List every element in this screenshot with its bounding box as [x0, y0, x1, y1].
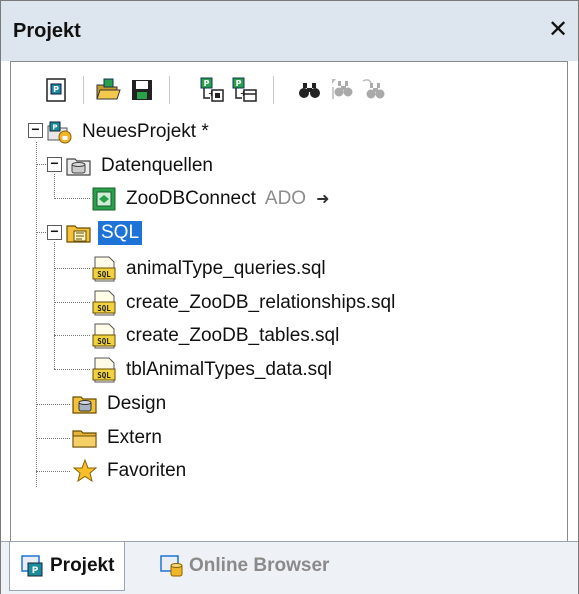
tree-label-design: Design: [107, 393, 167, 414]
sql-file-icon: SQL: [92, 290, 116, 316]
tab-label-online-browser: Online Browser: [189, 555, 330, 576]
tree-item-sql-file[interactable]: SQL create_ZooDB_relationships.sql: [91, 288, 398, 318]
project-window: Projekt ✕ P P P − − − P NeuesProjekt * D…: [0, 0, 579, 594]
tree-label-datasources: Datenquellen: [101, 155, 213, 176]
svg-text:P: P: [32, 566, 39, 576]
online-browser-icon: [160, 555, 183, 577]
datasource-folder-icon: [66, 158, 91, 176]
tree-item-sql-file[interactable]: SQL create_ZooDB_tables.sql: [91, 321, 342, 351]
tree-label-sql-file: create_ZooDB_tables.sql: [126, 325, 340, 346]
svg-text:SQL: SQL: [97, 270, 111, 279]
tree-label-sql-file: create_ZooDB_relationships.sql: [126, 292, 396, 313]
project-tree-panel: P P P − − − P NeuesProjekt * Datenquelle…: [10, 61, 568, 547]
tree-item-sql-file[interactable]: SQL tblAnimalTypes_data.sql: [91, 355, 335, 385]
project-folder-icon: P: [47, 121, 72, 144]
project-tab-icon: P: [21, 555, 43, 577]
svg-text:SQL: SQL: [97, 304, 111, 313]
sql-file-icon: SQL: [92, 256, 116, 282]
connection-type-label: ADO: [264, 188, 307, 209]
tree-item-design[interactable]: Design: [72, 389, 169, 419]
tab-online-browser[interactable]: Online Browser: [149, 542, 339, 590]
sql-file-icon: SQL: [92, 323, 116, 349]
datasources-collapse-toggle[interactable]: −: [47, 156, 62, 172]
tree-label-favorites: Favoriten: [107, 460, 187, 481]
tab-projekt[interactable]: P Projekt: [9, 542, 126, 591]
root-collapse-toggle[interactable]: −: [28, 122, 43, 138]
tree-label-root: NeuesProjekt *: [82, 121, 209, 142]
project-tree: − − − P NeuesProjekt * Datenquellen ZooD…: [11, 62, 567, 546]
design-folder-icon: [72, 396, 97, 414]
folder-icon: [72, 430, 97, 448]
window-title: Projekt: [13, 20, 81, 42]
sql-collapse-toggle[interactable]: −: [47, 224, 62, 240]
tree-item-connection[interactable]: ZooDBConnect ADO ➜: [91, 184, 330, 214]
tree-item-root[interactable]: P NeuesProjekt *: [47, 117, 212, 147]
tree-item-datasources[interactable]: Datenquellen: [66, 151, 216, 181]
star-icon: [72, 458, 98, 483]
tab-label-projekt: Projekt: [50, 555, 115, 576]
svg-text:P: P: [52, 124, 57, 132]
sql-folder-icon: [66, 225, 91, 243]
connect-arrow-icon[interactable]: ➜: [316, 189, 329, 209]
title-bar: Projekt ✕: [1, 1, 578, 61]
tree-label-extern: Extern: [107, 427, 162, 448]
tree-item-extern[interactable]: Extern: [72, 423, 165, 453]
tree-label-connection: ZooDBConnect: [126, 188, 256, 209]
tree-item-sql-file[interactable]: SQL animalType_queries.sql: [91, 254, 329, 284]
tree-item-favorites[interactable]: Favoriten: [72, 456, 189, 486]
tree-label-sql-file: animalType_queries.sql: [126, 258, 326, 279]
close-button[interactable]: ✕: [544, 15, 572, 45]
svg-text:SQL: SQL: [97, 337, 111, 346]
panel-tab-bar: P Projekt Online Browser: [1, 541, 578, 594]
svg-text:SQL: SQL: [97, 371, 111, 380]
tree-label-sql: SQL: [98, 221, 143, 245]
connection-icon: [92, 187, 116, 211]
sql-file-icon: SQL: [92, 357, 116, 383]
tree-item-sql[interactable]: SQL: [66, 218, 143, 248]
tree-label-sql-file: tblAnimalTypes_data.sql: [126, 359, 332, 380]
